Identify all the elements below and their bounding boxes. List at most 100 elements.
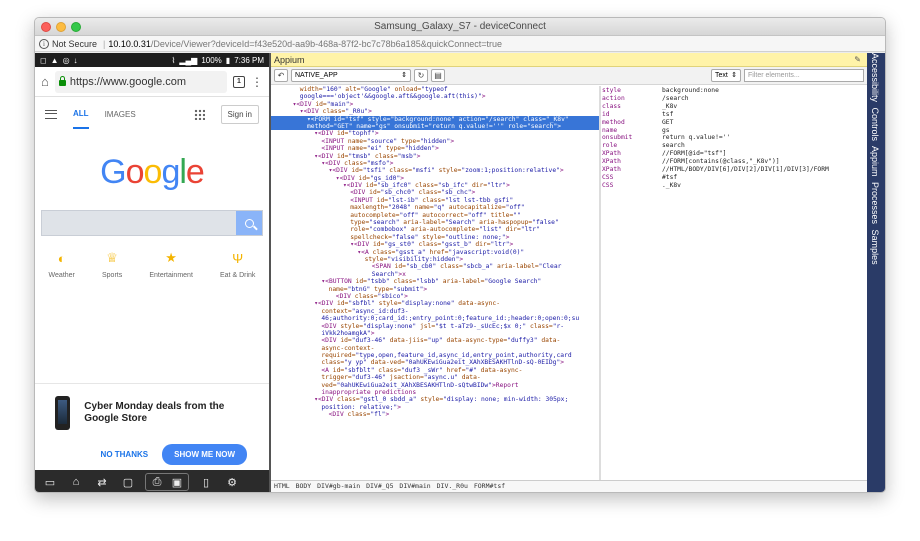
property-value[interactable]: ._K8v <box>662 182 681 190</box>
url-path[interactable]: /Device/Viewer?deviceId=f43e520d-aa9b-46… <box>151 39 502 49</box>
no-thanks-button[interactable]: NO THANKS <box>101 450 149 459</box>
rotate-icon[interactable]: ⇄ <box>93 474 111 490</box>
refresh-icon[interactable]: ↻ <box>414 69 428 82</box>
tree-node-line[interactable]: ▾<DIV id="tsfi" class="msfi" style="zoom… <box>271 167 599 174</box>
tree-node-line[interactable]: autocomplete="off" autocorrect="off" tit… <box>271 212 599 219</box>
tab-images[interactable]: IMAGES <box>105 110 136 119</box>
text-mode-select[interactable]: Text ⇕ <box>711 69 741 82</box>
tree-node-line[interactable]: async-context- <box>271 345 599 352</box>
tree-node-line[interactable]: ▾<DIV class="_R0u"> <box>271 108 599 115</box>
pane-splitter[interactable] <box>599 86 601 480</box>
tree-node-line[interactable]: ▾<DIV id="gs_st0" class="gsst_b" dir="lt… <box>271 241 599 248</box>
tree-node-line[interactable]: <DIV id="sb_chc0" class="sb_chc"> <box>271 189 599 196</box>
tree-node-line[interactable]: ▾<DIV id="tmsb" class="msb"> <box>271 153 599 160</box>
tree-node-line[interactable]: style="visibility:hidden"> <box>271 256 599 263</box>
shortcut-eat-drink[interactable]: Ψ Eat & Drink <box>220 250 255 280</box>
tree-node-line[interactable]: width="160" alt="Google" onload="typeof <box>271 86 599 93</box>
tree-node-line[interactable]: ▾<DIV id="gs_id0"> <box>271 175 599 182</box>
recent-apps-icon[interactable]: ▢ <box>119 474 137 490</box>
tree-node-line[interactable]: ▾<DIV class="gstl_0 sbdd_a" style="displ… <box>271 396 599 403</box>
tree-node-line[interactable]: spellcheck="false" style="outline: none;… <box>271 234 599 241</box>
tree-node-line[interactable]: google==='object'&&google.aft&&google.af… <box>271 93 599 100</box>
clipboard-icon[interactable]: ▯ <box>197 474 215 490</box>
google-search-input[interactable] <box>41 210 263 236</box>
element-breadcrumb[interactable]: HTML BODY DIV#gb-main DIV#_Q5 DIV#main D… <box>271 480 867 492</box>
property-value[interactable]: search <box>662 142 685 150</box>
tree-node-line[interactable]: inappropriate predictions <box>271 389 599 396</box>
tree-node-line[interactable]: context="async_id:duf3- <box>271 308 599 315</box>
property-value[interactable]: gs <box>662 127 670 135</box>
address-bar[interactable]: i Not Secure | 10.10.0.31 /Device/Viewer… <box>35 36 885 52</box>
house-icon[interactable]: ⌂ <box>67 474 85 490</box>
tree-node-line[interactable]: ▾<DIV id="sb_ifc0" class="sb_ifc" dir="l… <box>271 182 599 189</box>
screenshot-icon[interactable]: ⎙ <box>148 474 166 490</box>
shortcut-sports[interactable]: ♕ Sports <box>102 250 122 279</box>
tree-node-line[interactable]: <A id="sbfblt" class="duf3 _sWr" href="#… <box>271 367 599 374</box>
property-value[interactable]: _K8v <box>662 103 677 111</box>
tree-node-line[interactable]: ▾<A class="gsst_a" href="javascript:void… <box>271 249 599 256</box>
tree-node-line[interactable]: name="btnG" type="submit"> <box>271 286 599 293</box>
property-value[interactable]: tsf <box>662 111 673 119</box>
property-value[interactable]: GET <box>662 119 673 127</box>
tree-node-line[interactable]: <DIV id="duf3-46" data-jiis="up" data-as… <box>271 337 599 344</box>
tree-node-line[interactable]: ▾<BUTTON id="tsbb" class="lsbb" aria-lab… <box>271 278 599 285</box>
tree-node-line[interactable]: ▾<FORM id="tsf" style="background:none" … <box>271 115 599 123</box>
sign-in-button[interactable]: Sign in <box>220 104 259 124</box>
tree-node-line[interactable]: <DIV style="display:none" jsl="$t t-aTz9… <box>271 323 599 330</box>
back-arrow-icon[interactable]: ↶ <box>274 69 288 82</box>
settings-gear-icon[interactable]: ⚙ <box>223 474 241 490</box>
tree-node-line[interactable]: Search">x <box>271 271 599 278</box>
show-me-now-button[interactable]: SHOW ME NOW <box>162 444 247 465</box>
property-value[interactable]: //HTML/BODY/DIV[6]/DIV[2]/DIV[1]/DIV[3]/… <box>662 166 829 174</box>
tab-all[interactable]: ALL <box>73 99 89 129</box>
tree-node-line[interactable]: trigger="duf3-46" jsaction="async.u" dat… <box>271 374 599 381</box>
tree-node-line[interactable]: maxlength="2048" name="q" autocapitalize… <box>271 204 599 211</box>
hamburger-menu-icon[interactable] <box>45 109 57 119</box>
element-tree[interactable]: width="160" alt="Google" onload="typeof g… <box>271 86 599 480</box>
tree-node-line[interactable]: role="combobox" aria-autocomplete="list"… <box>271 226 599 233</box>
home-icon[interactable]: ⌂ <box>41 74 49 89</box>
context-select[interactable]: NATIVE_APP ⇕ <box>291 69 411 82</box>
tree-node-line[interactable]: class="y yp" data-ved="0ahUKEwiGua2eit_X… <box>271 359 599 366</box>
shortcut-entertainment[interactable]: ★ Entertainment <box>149 250 193 279</box>
property-value[interactable]: /search <box>662 95 689 103</box>
sidebar-tabs[interactable]: Accessibility Controls Appium Processes … <box>870 53 880 265</box>
overflow-menu-icon[interactable]: ⋮ <box>251 76 263 88</box>
tree-node-line[interactable]: <INPUT id="lst-ib" class="lst lst-tbb gs… <box>271 197 599 204</box>
property-value[interactable]: return q.value!='' <box>662 134 730 142</box>
omnibox-url[interactable]: https://www.google.com <box>70 76 186 88</box>
url-host[interactable]: 10.10.0.31 <box>108 39 151 49</box>
property-value[interactable]: #tsf <box>662 174 677 182</box>
tree-node-line[interactable]: 46;authority:0;card_id:;entry_point:0;fe… <box>271 315 599 322</box>
tree-node-line[interactable]: iVkk2hoamgkA"> <box>271 330 599 337</box>
record-icon[interactable]: ▣ <box>168 474 186 490</box>
tree-node-line[interactable]: ▾<DIV id="tophf"> <box>271 130 599 137</box>
tree-node-line[interactable]: ▾<DIV id="main"> <box>271 101 599 108</box>
apps-grid-icon[interactable] <box>193 108 205 120</box>
tree-node-line[interactable]: type="search" aria-label="Search" aria-h… <box>271 219 599 226</box>
tree-node-line[interactable]: ved="0ahUKEwiGua2eit_XAhXBESAKHTlnD-sQtw… <box>271 382 599 389</box>
tree-node-line[interactable]: ▾<DIV class="msfo"> <box>271 160 599 167</box>
property-value[interactable]: //FORM[contains(@class,"_K8v")] <box>662 158 780 166</box>
omnibox[interactable]: https://www.google.com <box>54 70 227 93</box>
tab-switcher-button[interactable]: 1 <box>233 75 245 88</box>
android-home-icon[interactable]: ▭ <box>41 474 59 490</box>
tree-node-line[interactable]: <INPUT name="ei" type="hidden"> <box>271 145 599 152</box>
tree-node-line[interactable]: method="GET" name="gs" onsubmit="return … <box>271 122 599 131</box>
tree-node-line[interactable]: ▾<DIV id="sbfbl" style="display:none" da… <box>271 300 599 307</box>
tree-node-line[interactable]: <DIV class="sbico"> <box>271 293 599 300</box>
tree-node-line[interactable]: required="type,open,feature_id,async_id,… <box>271 352 599 359</box>
tree-node-line[interactable]: <DIV class="fl"> <box>271 411 599 418</box>
pin-icon[interactable]: ✎ <box>854 55 861 64</box>
device-screen[interactable]: ◻ ▲ ◎ ↓ ⌇ ▂▄▆ 100% ▮ 7:36 PM ⌂ https://w… <box>35 53 271 492</box>
tree-node-line[interactable]: position: relative;"> <box>271 404 599 411</box>
shortcut-weather[interactable]: ◐ Weather <box>49 250 75 280</box>
tree-node-line[interactable]: <SPAN id="sb_cb0" class="sbcb_a" aria-la… <box>271 263 599 270</box>
info-icon[interactable]: i <box>39 38 49 49</box>
property-value[interactable]: //FORM[@id="tsf"] <box>662 150 726 158</box>
tree-node-line[interactable]: <INPUT name="source" type="hidden"> <box>271 138 599 145</box>
property-value[interactable]: background:none <box>662 87 719 95</box>
filter-elements-input[interactable]: Filter elements... <box>744 69 864 82</box>
save-icon[interactable]: ▤ <box>431 69 445 82</box>
search-button[interactable] <box>236 211 262 235</box>
